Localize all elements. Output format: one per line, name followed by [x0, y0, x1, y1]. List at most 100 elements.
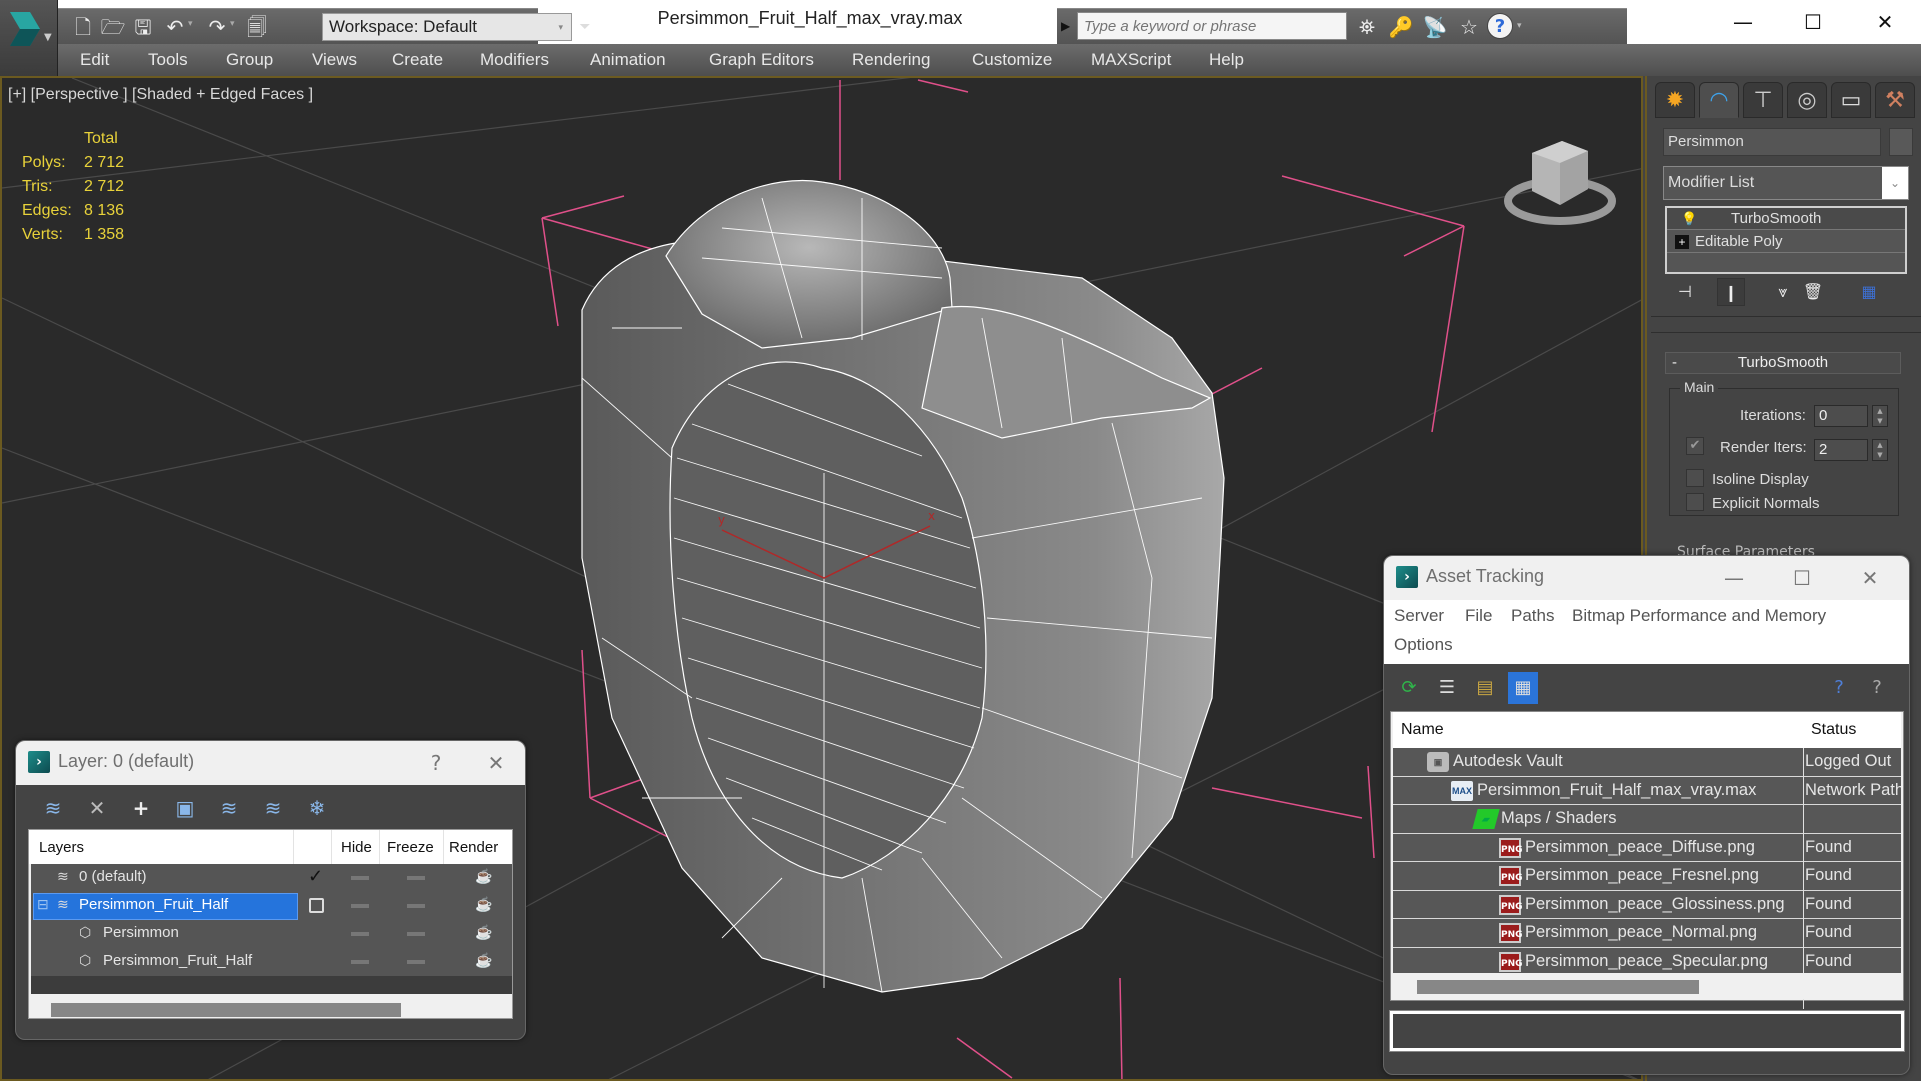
horizontal-scrollbar[interactable]	[51, 1003, 401, 1017]
iterations-spinner-arrows[interactable]: ▲ ▼	[1872, 405, 1888, 427]
render-teapot-icon[interactable]: ☕	[475, 952, 492, 969]
layer-window-titlebar[interactable]: › Layer: 0 (default) ? ✕	[16, 741, 525, 785]
render-teapot-icon[interactable]: ☕	[475, 896, 492, 913]
create-tab-icon[interactable]: ✹	[1655, 82, 1695, 118]
help-icon[interactable]: ?	[1487, 13, 1513, 39]
application-menu-button[interactable]: ▼	[0, 0, 58, 76]
layer-row[interactable]: ⊟ ≋ Persimmon_Fruit_Half ☕	[31, 892, 512, 920]
undo-dropdown-icon[interactable]: ▾	[188, 19, 193, 29]
asset-row[interactable]: PNG Persimmon_peace_Specular.png Found	[1393, 948, 1901, 976]
satellite-icon[interactable]: 📡	[1421, 13, 1449, 41]
make-unique-icon[interactable]: ⩔	[1769, 278, 1797, 306]
freeze-toggle[interactable]	[407, 960, 425, 964]
asset-row[interactable]: ▣ Autodesk Vault Logged Out	[1393, 748, 1901, 777]
menu-tools[interactable]: Tools	[148, 50, 188, 70]
asset-row[interactable]: PNG Persimmon_peace_Fresnel.png Found	[1393, 862, 1901, 891]
menu-help[interactable]: Help	[1209, 50, 1244, 70]
render-iters-spinner[interactable]: 2	[1814, 439, 1868, 461]
refresh-icon[interactable]: ⟳	[1394, 672, 1424, 704]
minimize-button[interactable]: —	[1714, 562, 1754, 594]
asset-row[interactable]: MAX Persimmon_Fruit_Half_max_vray.max Ne…	[1393, 777, 1901, 805]
help-dropdown-icon[interactable]: ▾	[1517, 21, 1522, 31]
show-end-result-icon[interactable]: ❙	[1717, 278, 1745, 306]
hide-toggle[interactable]	[351, 876, 369, 880]
menu-options[interactable]: Options	[1394, 635, 1453, 655]
hide-toggle[interactable]	[351, 932, 369, 936]
object-color-swatch[interactable]	[1889, 128, 1913, 156]
undo-icon[interactable]: ↶	[162, 14, 188, 40]
asset-row[interactable]: PNG Persimmon_peace_Normal.png Found	[1393, 919, 1901, 948]
new-file-icon[interactable]: 🗋	[70, 14, 96, 40]
object-name-field[interactable]: Persimmon	[1663, 128, 1881, 156]
menu-group[interactable]: Group	[226, 50, 273, 70]
freeze-all-layers-icon[interactable]: ❄	[302, 793, 332, 823]
close-button[interactable]: ✕	[1850, 562, 1890, 594]
create-layer-icon[interactable]: ≋	[38, 793, 68, 823]
column-hide[interactable]: Hide	[341, 839, 372, 856]
help-button[interactable]: ?	[416, 747, 456, 779]
collapse-icon[interactable]: ⊟	[37, 896, 49, 913]
favorites-star-icon[interactable]: ☆	[1455, 13, 1483, 41]
close-button[interactable]: ✕	[476, 747, 516, 779]
render-teapot-icon[interactable]: ☕	[475, 924, 492, 941]
isoline-display-checkbox[interactable]	[1686, 469, 1704, 487]
display-tab-icon[interactable]: ▭	[1831, 82, 1871, 118]
add-to-layer-icon[interactable]: +	[126, 793, 156, 823]
menu-rendering[interactable]: Rendering	[852, 50, 930, 70]
set-current-checkbox[interactable]	[309, 898, 324, 913]
object-row[interactable]: ⬡ Persimmon ☕	[31, 920, 512, 948]
minimize-button[interactable]: —	[1720, 4, 1766, 40]
hide-toggle[interactable]	[351, 904, 369, 908]
expand-search-icon[interactable]: ▶	[1061, 19, 1070, 33]
horizontal-scrollbar[interactable]	[1417, 980, 1699, 994]
maximize-button[interactable]: ☐	[1782, 562, 1822, 594]
asset-window-titlebar[interactable]: › Asset Tracking — ☐ ✕	[1384, 556, 1909, 600]
column-layers[interactable]: Layers	[39, 839, 84, 856]
hierarchy-tab-icon[interactable]: ⊤	[1743, 82, 1783, 118]
menu-maxscript[interactable]: MAXScript	[1091, 50, 1171, 70]
menu-animation[interactable]: Animation	[590, 50, 666, 70]
hide-toggle[interactable]	[351, 960, 369, 964]
select-layer-icon[interactable]: ≋	[214, 793, 244, 823]
freeze-toggle[interactable]	[407, 932, 425, 936]
project-folder-icon[interactable]: 🗐	[244, 14, 270, 40]
motion-tab-icon[interactable]: ◎	[1787, 82, 1827, 118]
table-view-icon[interactable]: ▦	[1508, 672, 1538, 704]
column-freeze[interactable]: Freeze	[387, 839, 434, 856]
tree-view-icon[interactable]: ▤	[1470, 672, 1500, 704]
menu-customize[interactable]: Customize	[972, 50, 1052, 70]
search-input[interactable]	[1077, 12, 1347, 40]
binoculars-icon[interactable]: ⛯	[1353, 13, 1381, 41]
redo-icon[interactable]: ↷	[204, 14, 230, 40]
lightbulb-icon[interactable]: 💡	[1681, 208, 1697, 230]
viewport-label-menu[interactable]: [+] [Perspective ] [Shaded + Edged Faces…	[8, 86, 313, 104]
current-layer-check-icon[interactable]: ✓	[308, 866, 323, 887]
stack-item-turbosmooth[interactable]: 💡 TurboSmooth	[1667, 208, 1905, 230]
menu-edit[interactable]: Edit	[80, 50, 109, 70]
column-name[interactable]: Name	[1401, 721, 1444, 739]
asset-row[interactable]: PNG Persimmon_peace_Glossiness.png Found	[1393, 891, 1901, 919]
render-teapot-icon[interactable]: ☕	[475, 868, 492, 885]
configure-modifier-sets-icon[interactable]: ▦	[1855, 278, 1883, 306]
menu-file[interactable]: File	[1465, 606, 1492, 626]
asset-row[interactable]: ▰ Maps / Shaders	[1393, 805, 1901, 834]
stack-item-editable-poly[interactable]: + Editable Poly	[1667, 231, 1905, 253]
freeze-toggle[interactable]	[407, 904, 425, 908]
column-render[interactable]: Render	[449, 839, 498, 856]
close-button[interactable]: ✕	[1862, 4, 1908, 40]
pin-stack-icon[interactable]: ⊣	[1671, 278, 1699, 306]
modify-tab-icon[interactable]: ◠	[1699, 82, 1739, 118]
menu-bitmap-performance[interactable]: Bitmap Performance and Memory	[1572, 606, 1826, 626]
menu-server[interactable]: Server	[1394, 606, 1444, 626]
layer-row[interactable]: ≋ 0 (default) ✓ ☕	[31, 864, 512, 892]
open-file-icon[interactable]: 🗁	[100, 14, 126, 40]
hide-all-layers-icon[interactable]: ≋	[258, 793, 288, 823]
turbosmooth-rollout-header[interactable]: - TurboSmooth	[1665, 352, 1901, 374]
help-icon[interactable]: ?	[1862, 672, 1892, 704]
workspace-dropdown[interactable]: Workspace: Default ▾	[322, 13, 572, 41]
expand-icon[interactable]: +	[1675, 235, 1689, 249]
utilities-tab-icon[interactable]: ⚒	[1875, 82, 1915, 118]
freeze-toggle[interactable]	[407, 876, 425, 880]
iterations-spinner[interactable]: 0	[1814, 405, 1868, 427]
select-objects-icon[interactable]: ▣	[170, 793, 200, 823]
